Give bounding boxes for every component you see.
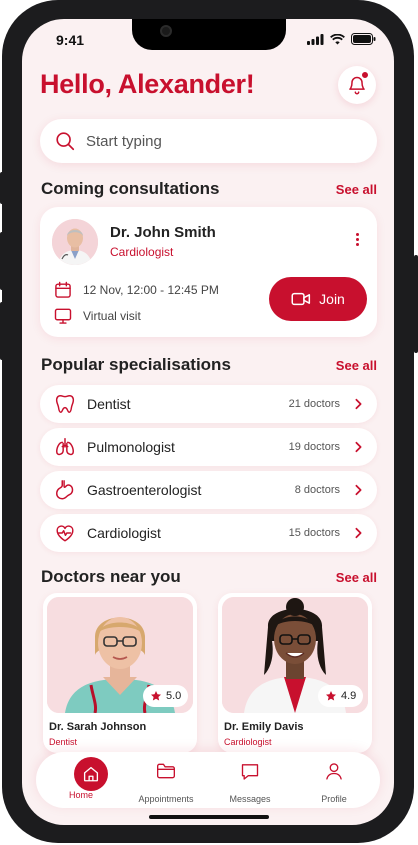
notifications-button[interactable] bbox=[338, 66, 376, 104]
doctor-card-emily-davis[interactable]: 4.9 Dr. Emily Davis Cardiologist bbox=[218, 593, 372, 753]
stomach-icon bbox=[53, 478, 77, 502]
folder-icon bbox=[131, 758, 201, 784]
battery-icon bbox=[351, 33, 376, 45]
chevron-right-icon bbox=[354, 441, 363, 453]
nearby-doctors-see-all-link[interactable]: See all bbox=[336, 570, 377, 585]
wifi-icon bbox=[330, 33, 345, 44]
doctor-card-specialty: Dentist bbox=[49, 737, 78, 747]
greeting-title: Hello, Alexander! bbox=[40, 69, 255, 99]
specialisation-item-pulmonologist[interactable]: Pulmonologist 19 doctors bbox=[40, 428, 377, 466]
specialisation-item-cardiologist[interactable]: Cardiologist 15 doctors bbox=[40, 514, 377, 552]
specialisation-item-gastroenterologist[interactable]: Gastroenterologist 8 doctors bbox=[40, 471, 377, 509]
consultation-visit-type: Virtual visit bbox=[53, 306, 141, 326]
search-icon bbox=[56, 132, 75, 151]
doctor-card-name: Dr. Sarah Johnson bbox=[49, 721, 147, 733]
specialisations-see-all-link[interactable]: See all bbox=[336, 358, 377, 373]
chevron-right-icon bbox=[354, 484, 363, 496]
doctor-rating: 4.9 bbox=[318, 685, 364, 707]
star-icon bbox=[151, 691, 161, 701]
tab-label: Appointments bbox=[138, 794, 194, 804]
tooth-icon bbox=[53, 392, 77, 416]
mute-switch bbox=[0, 172, 4, 204]
bottom-tab-bar: Home Appointments Messages Profile bbox=[36, 752, 380, 808]
doctor-card-name: Dr. Emily Davis bbox=[224, 721, 304, 733]
calendar-icon bbox=[55, 281, 71, 298]
status-time: 9:41 bbox=[56, 32, 85, 48]
signal-icon bbox=[307, 33, 324, 45]
doctor-name: Dr. John Smith bbox=[110, 224, 216, 241]
consultation-datetime-text: 12 Nov, 12:00 - 12:45 PM bbox=[83, 283, 219, 297]
rating-value: 5.0 bbox=[166, 690, 182, 702]
chevron-right-icon bbox=[354, 527, 363, 539]
dynamic-island bbox=[132, 19, 286, 50]
tab-label: Home bbox=[68, 790, 93, 800]
volume-down-button bbox=[0, 302, 4, 360]
tab-label: Messages bbox=[229, 794, 271, 804]
consultations-see-all-link[interactable]: See all bbox=[336, 182, 377, 197]
doctor-avatar bbox=[52, 219, 98, 265]
more-options-icon[interactable] bbox=[356, 233, 359, 246]
search-bar[interactable] bbox=[40, 119, 377, 163]
volume-up-button bbox=[0, 232, 4, 290]
specialisation-name: Cardiologist bbox=[87, 525, 161, 541]
video-camera-icon bbox=[291, 292, 311, 306]
doctor-card-sarah-johnson[interactable]: 5.0 Dr. Sarah Johnson Dentist bbox=[43, 593, 197, 753]
tab-label: Profile bbox=[321, 794, 347, 804]
app-screen: 9:41 Hello, Alexander! Coming consultati… bbox=[22, 19, 394, 825]
specialisation-count: 15 doctors bbox=[288, 527, 340, 539]
camera bbox=[160, 25, 172, 37]
specialisation-name: Dentist bbox=[87, 396, 131, 412]
tab-appointments[interactable]: Appointments bbox=[131, 758, 201, 804]
tab-home[interactable]: Home bbox=[46, 754, 116, 800]
monitor-icon bbox=[54, 308, 72, 324]
home-icon bbox=[74, 757, 108, 791]
specialisations-title: Popular specialisations bbox=[41, 355, 231, 374]
star-icon bbox=[326, 691, 336, 701]
chevron-right-icon bbox=[354, 398, 363, 410]
doctor-specialty: Cardiologist bbox=[110, 245, 174, 259]
specialisation-count: 8 doctors bbox=[294, 484, 340, 496]
lungs-icon bbox=[53, 435, 77, 459]
join-button[interactable]: Join bbox=[269, 277, 367, 321]
doctor-card-specialty: Cardiologist bbox=[224, 737, 272, 747]
specialisation-count: 21 doctors bbox=[288, 398, 340, 410]
user-icon bbox=[299, 758, 369, 784]
home-indicator bbox=[149, 815, 269, 819]
consultation-card[interactable]: Dr. John Smith Cardiologist 12 Nov, 12:0… bbox=[40, 207, 377, 337]
search-input[interactable] bbox=[86, 132, 346, 150]
doctor-rating: 5.0 bbox=[143, 685, 189, 707]
specialisation-item-dentist[interactable]: Dentist 21 doctors bbox=[40, 385, 377, 423]
nearby-doctors-title: Doctors near you bbox=[41, 567, 181, 586]
specialisation-name: Gastroenterologist bbox=[87, 482, 202, 498]
notification-badge bbox=[361, 71, 369, 79]
chat-icon bbox=[215, 758, 285, 784]
rating-value: 4.9 bbox=[341, 690, 357, 702]
heart-pulse-icon bbox=[53, 521, 77, 545]
power-button bbox=[414, 255, 418, 353]
tab-messages[interactable]: Messages bbox=[215, 758, 285, 804]
tab-profile[interactable]: Profile bbox=[299, 758, 369, 804]
consultations-title: Coming consultations bbox=[41, 179, 220, 198]
status-icons bbox=[307, 33, 376, 45]
consultation-datetime: 12 Nov, 12:00 - 12:45 PM bbox=[53, 280, 219, 300]
join-label: Join bbox=[319, 291, 345, 307]
specialisation-name: Pulmonologist bbox=[87, 439, 175, 455]
specialisation-count: 19 doctors bbox=[288, 441, 340, 453]
visit-type-text: Virtual visit bbox=[83, 309, 141, 323]
